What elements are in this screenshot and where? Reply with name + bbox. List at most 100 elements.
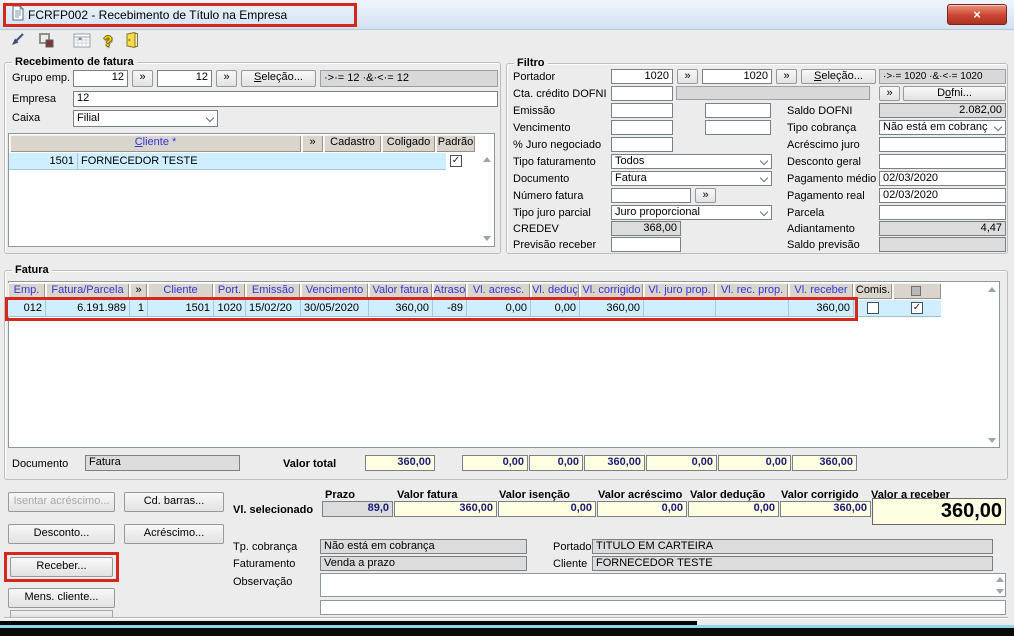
observacao-scroll-up-icon[interactable] [996, 577, 1004, 582]
fatura-scroll-up-icon[interactable] [988, 287, 996, 292]
exit-door-icon[interactable] [119, 31, 143, 54]
col-header-vl-receber[interactable]: Vl. receber [789, 283, 853, 299]
col-header-vl-corrigido[interactable]: Vl. corrigido [580, 283, 643, 299]
pagamento-medio-input[interactable]: 02/03/2020 [879, 171, 1006, 186]
desconto-button[interactable]: Desconto... [8, 524, 115, 544]
portador-selecao-button[interactable]: Seleção... [801, 69, 876, 84]
juro-negociado-input[interactable] [611, 137, 673, 152]
portador-from-input[interactable]: 1020 [611, 69, 673, 84]
tipo-faturamento-select[interactable]: Todos [611, 154, 772, 169]
fatura-row-vl-corrigido: 360,00 [580, 300, 644, 317]
help-icon[interactable]: ? [96, 32, 120, 54]
pagamento-real-label: Pagamento real [787, 190, 865, 202]
portador-to-input[interactable]: 1020 [702, 69, 772, 84]
total-vl-receber: 360,00 [792, 455, 857, 471]
client-row[interactable]: 1501 FORNECEDOR TESTE [9, 153, 446, 170]
client-padrao-checkbox[interactable]: ✓ [450, 155, 462, 167]
grupo-emp-from-input[interactable]: 12 [73, 70, 128, 87]
numero-fatura-input[interactable] [611, 188, 691, 203]
col-header-atraso[interactable]: Atraso [433, 283, 466, 299]
client-scroll-up-icon[interactable] [483, 157, 491, 162]
client-header-coligado-button[interactable]: Coligado [382, 135, 435, 152]
cascade-windows-icon[interactable] [34, 32, 58, 54]
fatura-row-vl-deduc: 0,00 [531, 300, 580, 317]
client-header-padrao[interactable]: Padrão [436, 135, 475, 152]
emissao-from-input[interactable] [611, 103, 673, 118]
fatura-scroll-down-icon[interactable] [988, 438, 996, 443]
taskbar [0, 628, 1014, 636]
observacao-extra-field[interactable] [320, 600, 1006, 615]
col-header-valor-fatura[interactable]: Valor fatura [369, 283, 432, 299]
cd-barras-button[interactable]: Cd. barras... [124, 492, 224, 512]
previsao-receber-label: Previsão receber [513, 239, 597, 251]
col-header-vl-acresc[interactable]: Vl. acresc. [467, 283, 530, 299]
adiantamento-label: Adiantamento [787, 223, 855, 235]
acrescimo-button[interactable]: Acréscimo... [124, 524, 224, 544]
dofni-button[interactable]: Dofni... [903, 86, 1006, 101]
client-scroll-down-icon[interactable] [483, 236, 491, 241]
col-header-vl-deduc[interactable]: Vl. deduç [531, 283, 579, 299]
grupo-emp-to-input[interactable]: 12 [157, 70, 212, 87]
close-button[interactable]: × [947, 4, 1007, 25]
tipo-juro-select[interactable]: Juro proporcional [611, 205, 772, 220]
col-header-fatura-parcela[interactable]: Fatura/Parcela [46, 283, 129, 299]
client-header-cadastro-button[interactable]: Cadastro [324, 135, 381, 152]
documento-select[interactable]: Fatura [611, 171, 772, 186]
select-all-checkbox[interactable] [911, 286, 921, 296]
col-header-cliente[interactable]: Cliente [148, 283, 213, 299]
mens-cliente-button[interactable]: Mens. cliente... [8, 588, 115, 608]
total-vl-deduc: 0,00 [529, 455, 583, 471]
total-vl-acresc: 0,00 [462, 455, 528, 471]
grupo-emp-to-expand-button[interactable]: » [216, 70, 237, 87]
credev-label: CREDEV [513, 223, 559, 235]
jump-arrow-icon[interactable] [6, 32, 30, 54]
portador-to-expand-button[interactable]: » [776, 69, 797, 84]
double-chevron-icon: » [139, 71, 146, 83]
portador-info-value: TITULO EM CARTEIRA [592, 539, 993, 554]
pagamento-real-input[interactable]: 02/03/2020 [879, 188, 1006, 203]
col-header-comis[interactable]: Comis. [854, 283, 892, 299]
dofni-expand-button[interactable]: » [879, 86, 900, 101]
desconto-geral-input[interactable] [879, 154, 1006, 169]
adiantamento-value: 4,47 [879, 221, 1006, 236]
fatura-row-select-checkbox[interactable]: ✓ [911, 302, 923, 314]
col-header-select-all[interactable] [893, 283, 941, 299]
col-header-emissao[interactable]: Emissão [246, 283, 300, 299]
vencimento-to-input[interactable] [705, 120, 771, 135]
col-header-emp[interactable]: Emp. [8, 283, 45, 299]
parcela-input[interactable] [879, 205, 1006, 220]
receber-button[interactable]: Receber... [10, 557, 113, 577]
double-chevron-icon: » [309, 136, 316, 148]
col-header-vl-rec-prop[interactable]: Vl. rec. prop. [716, 283, 788, 299]
observacao-textarea[interactable] [320, 573, 1006, 597]
caixa-select[interactable]: Filial [73, 110, 218, 127]
fatura-documento-label: Documento [12, 458, 69, 470]
fatura-row-seq: 1 [130, 300, 148, 317]
pagamento-medio-label: Pagamento médio [787, 173, 877, 185]
grupo-emp-from-expand-button[interactable]: » [132, 70, 153, 87]
tipo-cobranca-select[interactable]: Não está em cobranç [879, 120, 1006, 135]
fatura-row-comis-checkbox[interactable] [867, 302, 879, 314]
grupo-emp-selecao-button[interactable]: Seleção... [241, 70, 316, 87]
observacao-scroll-down-icon[interactable] [996, 589, 1004, 594]
previsao-receber-input[interactable] [611, 237, 681, 252]
fatura-row-vl-acresc: 0,00 [467, 300, 531, 317]
cta-credito-dofni-input[interactable] [611, 86, 673, 101]
grupo-emp-label: Grupo emp. [12, 72, 71, 84]
emissao-to-input[interactable] [705, 103, 771, 118]
col-header-vencimento[interactable]: Vencimento [301, 283, 368, 299]
vl-selecionado-label: Vl. selecionado [233, 504, 314, 516]
client-header-expand-button[interactable]: » [302, 135, 323, 152]
numero-fatura-expand-button[interactable]: » [695, 188, 716, 203]
client-header-cliente[interactable]: Cliente * [10, 135, 301, 152]
col-header-expand[interactable]: » [130, 283, 147, 299]
vencimento-from-input[interactable] [611, 120, 673, 135]
col-header-port[interactable]: Port. [214, 283, 245, 299]
fatura-row[interactable]: 012 6.191.989 1 1501 1020 15/02/20 30/05… [8, 300, 941, 317]
double-chevron-icon: » [223, 71, 230, 83]
acrescimo-juro-input[interactable] [879, 137, 1006, 152]
cta-credito-dofni-label: Cta. crédito DOFNI [513, 88, 607, 100]
col-header-vl-juro-prop[interactable]: Vl. juro prop. [644, 283, 715, 299]
empresa-input[interactable]: 12 [73, 91, 498, 107]
portador-from-expand-button[interactable]: » [677, 69, 698, 84]
